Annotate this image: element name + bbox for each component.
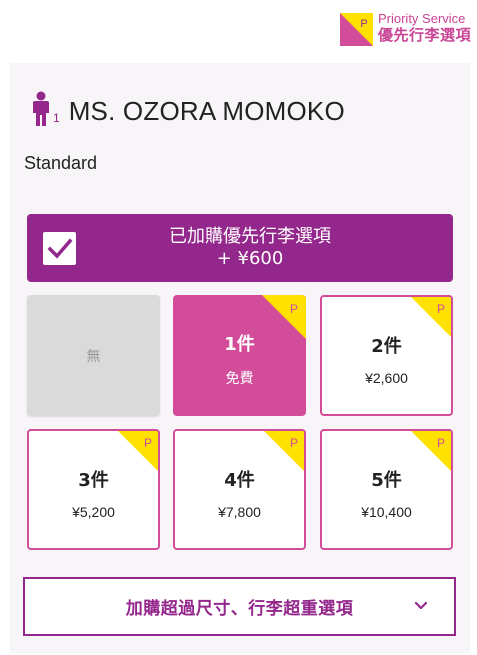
selected-price: + ¥600: [216, 248, 284, 269]
expand-label: 加購超過尺寸、行李超重選項: [125, 599, 354, 619]
option-5-pieces[interactable]: P 5件 ¥10,400: [320, 429, 453, 550]
corner-letter: P: [144, 436, 152, 450]
badge-title-en: Priority Service: [377, 11, 466, 26]
option-price: ¥10,400: [361, 503, 412, 520]
option-count: 1件: [224, 333, 255, 355]
person-icon: [33, 91, 49, 126]
option-price: ¥7,800: [218, 503, 261, 520]
option-price: ¥2,600: [365, 369, 408, 386]
corner-letter: P: [290, 302, 298, 316]
option-count: 4件: [224, 469, 255, 491]
option-price: 免費: [225, 369, 254, 386]
selected-checkbox[interactable]: [43, 232, 76, 265]
priority-service-badge: P Priority Service 優先行李選項: [339, 10, 471, 46]
chevron-down-icon: [414, 601, 428, 610]
checkmark-icon: [47, 238, 73, 259]
option-none-label: 無: [86, 348, 101, 365]
priority-p-letter: P: [360, 18, 367, 30]
option-count: 3件: [78, 469, 109, 491]
option-price: ¥5,200: [72, 503, 115, 520]
option-count: 5件: [371, 469, 402, 491]
priority-corner-icon: P: [411, 297, 451, 337]
passenger-baggage-card: 1 MS. OZORA MOMOKO Standard 已加購優先行李選項 + …: [10, 63, 470, 653]
option-count: 2件: [371, 335, 402, 357]
priority-corner-icon: P: [262, 295, 306, 339]
passenger-name: MS. OZORA MOMOKO: [68, 96, 345, 126]
passenger-header: 1 MS. OZORA MOMOKO: [30, 91, 345, 127]
option-3-pieces[interactable]: P 3件 ¥5,200: [27, 429, 160, 550]
priority-corner-icon: P: [264, 431, 304, 471]
badge-title-zh: 優先行李選項: [377, 26, 471, 44]
priority-corner-icon: P: [118, 431, 158, 471]
option-none[interactable]: 無: [27, 295, 160, 416]
priority-baggage-selected-toggle[interactable]: 已加購優先行李選項 + ¥600: [27, 214, 453, 282]
priority-corner-icon: P: [411, 431, 451, 471]
passenger-index: 1: [53, 111, 60, 125]
option-1-piece[interactable]: P 1件 免費: [173, 295, 306, 416]
option-4-pieces[interactable]: P 4件 ¥7,800: [173, 429, 306, 550]
corner-letter: P: [437, 436, 445, 450]
fare-type: Standard: [24, 153, 98, 173]
selected-status-label: 已加購優先行李選項: [169, 226, 331, 247]
corner-letter: P: [290, 436, 298, 450]
option-2-pieces[interactable]: P 2件 ¥2,600: [320, 295, 453, 416]
oversize-overweight-expand-button[interactable]: 加購超過尺寸、行李超重選項: [23, 577, 456, 636]
priority-p-icon: P: [339, 13, 373, 46]
corner-letter: P: [437, 302, 445, 316]
